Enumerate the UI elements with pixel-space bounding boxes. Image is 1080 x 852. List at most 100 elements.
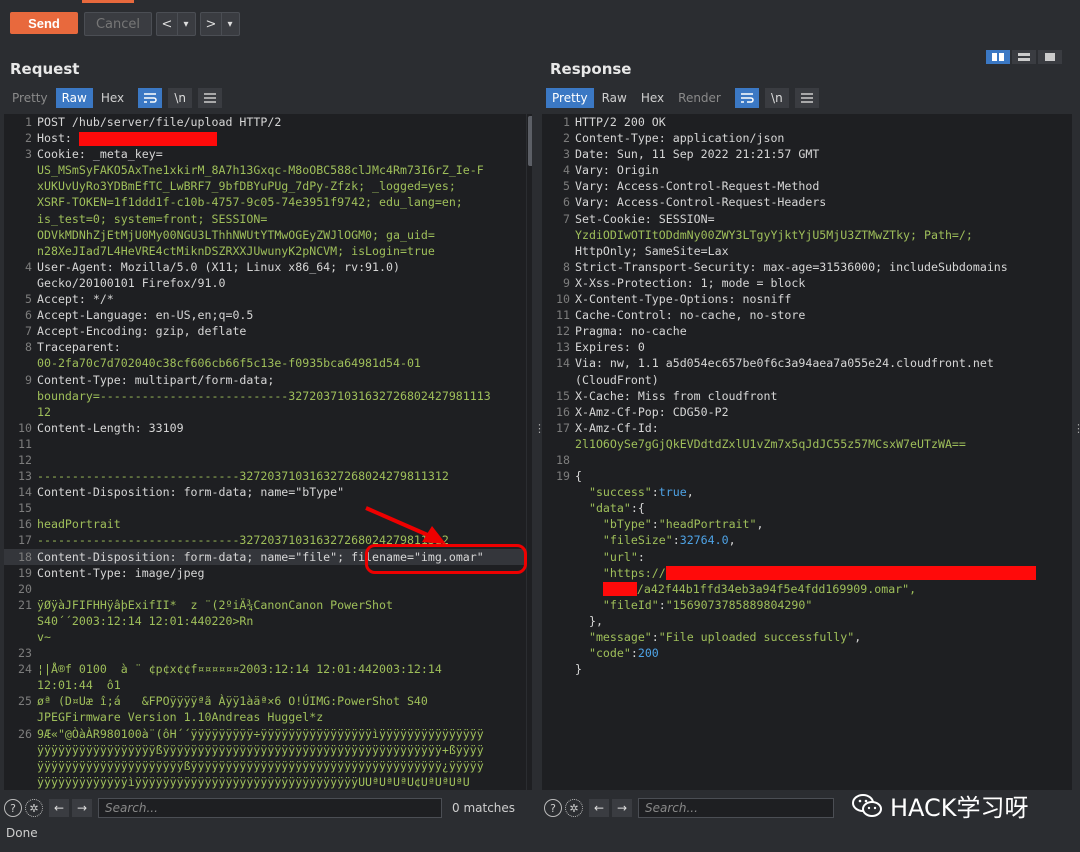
wrap-lines-icon	[144, 93, 157, 103]
response-view-tabs: Pretty Raw Hex Render \n	[546, 88, 819, 108]
request-tab-pretty[interactable]: Pretty	[6, 88, 54, 108]
line-text: X-Cache: Miss from cloudfront	[575, 388, 778, 403]
request-line: n28XeJIad7L4HeVRE4ctMiknDSZRXXJUwunyK2pN…	[4, 243, 526, 259]
layout-stacked-button[interactable]	[1012, 50, 1036, 64]
line-number: 3	[563, 147, 570, 162]
line-text: X-Amz-Cf-Pop: CDG50-P2	[575, 404, 729, 419]
line-text: -----------------------------32720371031…	[37, 469, 449, 484]
line-text: ¦|Å®f 0100 à ¨ ¢p¢x¢¢f¤¤¤¤¤¤2003:12:14 1…	[37, 662, 442, 677]
search-next-button[interactable]: →	[612, 799, 632, 817]
line-number: 13	[18, 469, 32, 484]
request-line: 23	[4, 645, 526, 661]
search-prev-button[interactable]: ←	[589, 799, 609, 817]
line-number: 17	[556, 420, 570, 435]
request-editor[interactable]: 1 POST /hub/server/file/upload HTTP/2 2 Hos…	[4, 114, 526, 790]
line-text: Vary: Access-Control-Request-Headers	[575, 195, 827, 210]
settings-gear-icon[interactable]: ✲	[25, 799, 43, 817]
response-tab-render[interactable]: Render	[672, 88, 727, 108]
request-line: 11	[4, 436, 526, 452]
back-button[interactable]: <	[157, 13, 177, 35]
line-text: (CloudFront)	[575, 372, 659, 387]
layout-single-button[interactable]	[1038, 50, 1062, 64]
line-text: Cookie: _meta_key=	[37, 147, 163, 162]
history-back-group[interactable]: < ▾	[156, 12, 196, 36]
response-search-input[interactable]: Search...	[638, 798, 834, 818]
line-text: HTTP/2 200 OK	[575, 115, 666, 129]
request-line: 4 User-Agent: Mozilla/5.0 (X11; Linux x86…	[4, 259, 526, 275]
request-line: 8 Traceparent:	[4, 339, 526, 355]
line-text: v~	[37, 630, 51, 644]
forward-button[interactable]: >	[201, 13, 221, 35]
line-text: X-Amz-Cf-Id:	[575, 420, 659, 435]
line-number: 21	[18, 597, 32, 612]
line-text: Gecko/20100101 Firefox/91.0	[37, 275, 226, 290]
settings-gear-icon[interactable]: ✲	[565, 799, 583, 817]
line-text: Pragma: no-cache	[575, 324, 687, 339]
line-number: 4	[563, 163, 570, 178]
line-text: ÿÿÿÿÿÿÿÿÿÿÿÿÿÿÿÿÿßÿÿÿÿÿÿÿÿÿÿÿÿÿÿÿÿÿÿÿÿÿÿ…	[37, 742, 484, 757]
response-tab-hex[interactable]: Hex	[635, 88, 670, 108]
request-line: JPEGFirmware Version 1.10Andreas Huggel*…	[4, 709, 526, 725]
response-line: 1 HTTP/2 200 OK	[542, 114, 1072, 130]
request-line: 21 ÿØÿàJFIFHHÿâþExifII* z ¨(2ºiÄ¾CanonCan…	[4, 597, 526, 613]
line-number: 3	[25, 147, 32, 162]
response-line: 5 Vary: Access-Control-Request-Method	[542, 178, 1072, 194]
response-line: HttpOnly; SameSite=Lax	[542, 243, 1072, 259]
request-menu-button[interactable]	[198, 88, 223, 108]
line-number: 11	[18, 436, 32, 451]
layout-side-by-side-button[interactable]	[986, 50, 1010, 64]
response-line: 12 Pragma: no-cache	[542, 323, 1072, 339]
line-number: 19	[18, 565, 32, 580]
request-line: 14 Content-Disposition: form-data; name="…	[4, 484, 526, 500]
line-number: 2	[563, 131, 570, 146]
line-number: 15	[18, 501, 32, 516]
request-title: Request	[10, 60, 80, 78]
status-bar: Done	[6, 826, 38, 840]
request-tab-hex[interactable]: Hex	[95, 88, 130, 108]
send-button[interactable]: Send	[10, 12, 78, 34]
cancel-button[interactable]: Cancel	[84, 12, 152, 36]
request-newline-button[interactable]: \n	[168, 88, 193, 108]
search-next-button[interactable]: →	[72, 799, 92, 817]
request-search-matches: 0 matches	[452, 801, 516, 815]
back-dropdown[interactable]: ▾	[177, 13, 194, 35]
response-line: 3 Date: Sun, 11 Sep 2022 21:21:57 GMT	[542, 146, 1072, 162]
history-forward-group[interactable]: > ▾	[200, 12, 240, 36]
line-text: ODVkMDNhZjEtMjU0My00NGU3LThhNWUtYTMwOGEy…	[37, 227, 435, 242]
response-json-body: "success":true, "data":{ "bType":"headPo…	[542, 484, 1072, 677]
response-newline-button[interactable]: \n	[764, 88, 789, 108]
hamburger-icon	[204, 93, 217, 103]
response-editor[interactable]: 1 HTTP/2 200 OK 2 Content-Type: application…	[542, 114, 1072, 790]
search-prev-button[interactable]: ←	[49, 799, 69, 817]
request-search-input[interactable]: Search...	[98, 798, 442, 818]
response-tab-pretty[interactable]: Pretty	[546, 88, 594, 108]
response-line: 9 X-Xss-Protection: 1; mode = block	[542, 275, 1072, 291]
redacted-url-part	[602, 582, 637, 597]
response-menu-button[interactable]	[794, 88, 819, 108]
request-line: ÿÿÿÿÿÿÿÿÿÿÿÿÿÿÿÿÿßÿÿÿÿÿÿÿÿÿÿÿÿÿÿÿÿÿÿÿÿÿÿ…	[4, 742, 526, 758]
line-number: 9	[25, 372, 32, 387]
line-number: 13	[556, 340, 570, 355]
response-line: 4 Vary: Origin	[542, 162, 1072, 178]
request-wrap-button[interactable]	[138, 88, 163, 108]
forward-dropdown[interactable]: ▾	[221, 13, 238, 35]
response-tab-raw[interactable]: Raw	[596, 88, 633, 108]
line-number: 9	[563, 275, 570, 290]
request-line: Gecko/20100101 Firefox/91.0	[4, 275, 526, 291]
help-icon[interactable]: ?	[544, 799, 562, 817]
line-number: 7	[25, 324, 32, 339]
response-line: 8 Strict-Transport-Security: max-age=3153…	[542, 259, 1072, 275]
response-wrap-button[interactable]	[734, 88, 759, 108]
line-text: User-Agent: Mozilla/5.0 (X11; Linux x86_…	[37, 259, 400, 274]
watermark-text: HACK学习呀	[890, 794, 1029, 822]
request-tab-raw[interactable]: Raw	[55, 88, 93, 108]
line-text: Set-Cookie: SESSION=	[575, 211, 715, 226]
response-line: 11 Cache-Control: no-cache, no-store	[542, 307, 1072, 323]
request-line: 6 Accept-Language: en-US,en;q=0.5	[4, 307, 526, 323]
line-text: YzdiODIwOTItODdmNy00ZWY3LTgyYjktYjU5MjU3…	[575, 227, 973, 242]
pane-divider[interactable]: ⋮	[532, 110, 545, 800]
line-number: 6	[25, 308, 32, 323]
help-icon[interactable]: ?	[4, 799, 22, 817]
line-number: 14	[18, 485, 32, 500]
right-panel-handle[interactable]: ⋮	[1073, 422, 1080, 435]
